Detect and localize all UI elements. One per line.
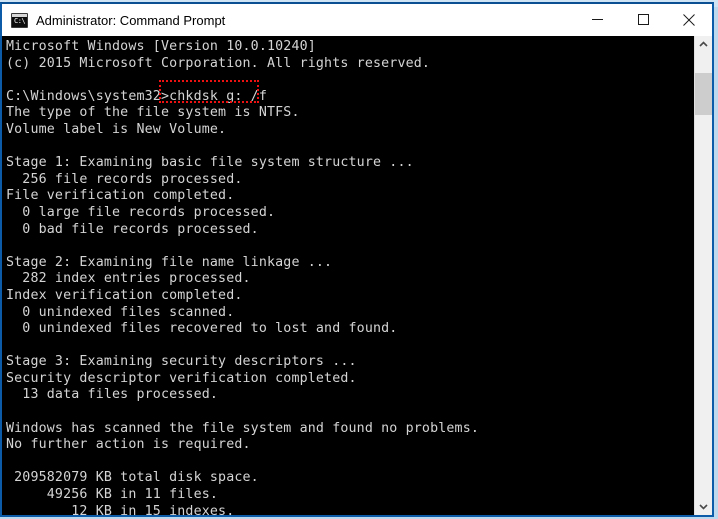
scrollbar-track[interactable] xyxy=(695,53,712,498)
window-title: Administrator: Command Prompt xyxy=(36,12,226,28)
minimize-button[interactable] xyxy=(574,4,620,35)
command-prompt-icon-glyph: C:\ xyxy=(14,16,26,25)
window-titlebar[interactable]: C:\ Administrator: Command Prompt xyxy=(2,4,712,36)
command-prompt-icon: C:\ xyxy=(11,12,28,28)
console-scrollbar[interactable] xyxy=(694,36,712,515)
console-area: Microsoft Windows [Version 10.0.10240] (… xyxy=(2,36,712,515)
console-output-pane[interactable]: Microsoft Windows [Version 10.0.10240] (… xyxy=(2,36,694,515)
scrollbar-down-button[interactable] xyxy=(695,498,712,515)
titlebar-left-group: C:\ Administrator: Command Prompt xyxy=(2,12,574,28)
close-button[interactable] xyxy=(666,4,712,35)
console-text: Microsoft Windows [Version 10.0.10240] (… xyxy=(6,39,480,515)
maximize-button[interactable] xyxy=(620,4,666,35)
command-prompt-window: C:\ Administrator: Command Prompt Micros… xyxy=(0,2,714,517)
scrollbar-up-button[interactable] xyxy=(695,36,712,53)
caption-button-group xyxy=(574,4,712,36)
scrollbar-thumb[interactable] xyxy=(695,73,712,115)
